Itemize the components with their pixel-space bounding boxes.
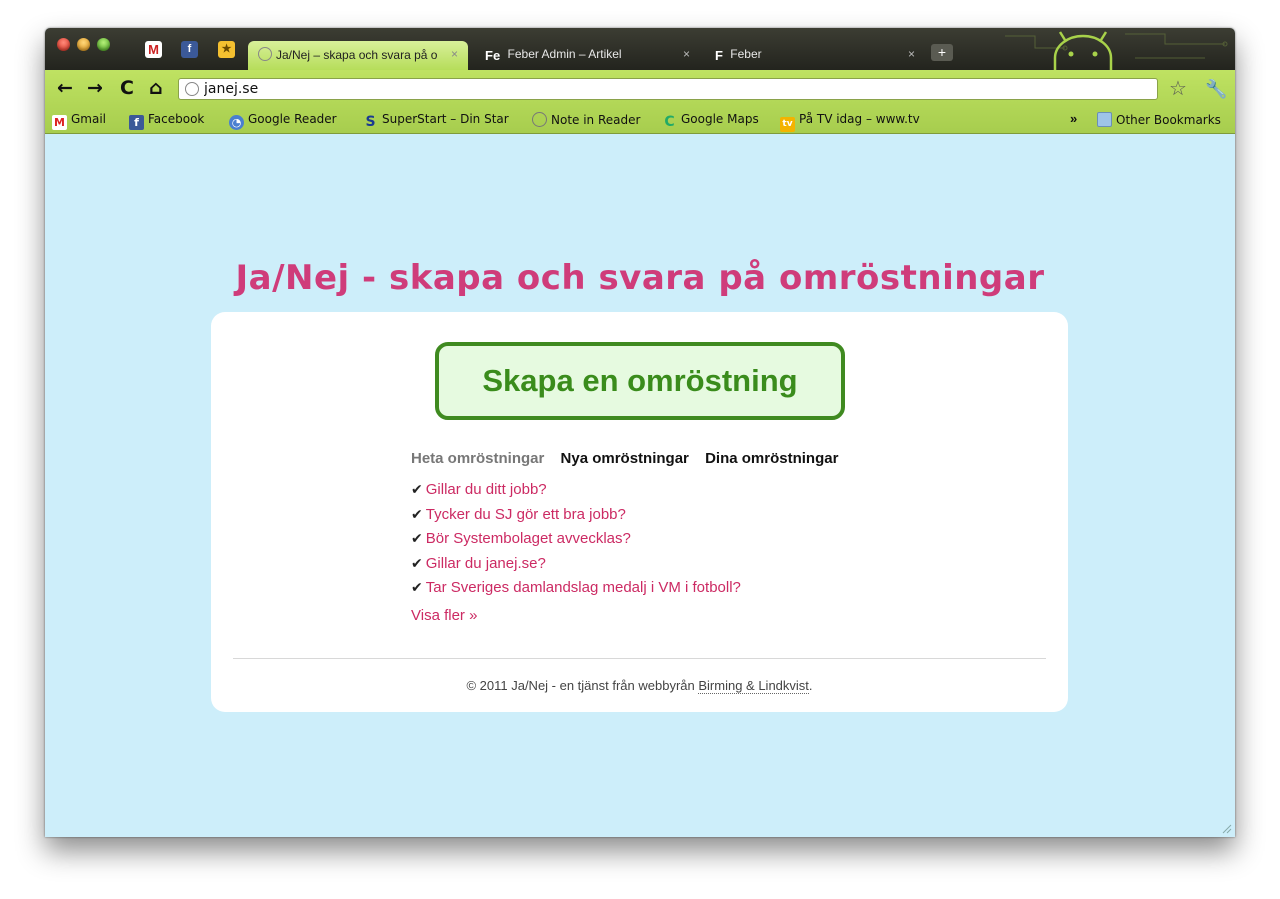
globe-icon	[532, 112, 547, 127]
feber-icon: F	[715, 48, 723, 63]
globe-icon	[258, 47, 272, 61]
bookmark-label: Other Bookmarks	[1116, 113, 1221, 127]
facebook-icon: f	[129, 115, 144, 130]
create-poll-button[interactable]: Skapa en omröstning	[435, 342, 845, 420]
pinned-tab-gmail[interactable]: M	[145, 41, 162, 58]
agency-link[interactable]: Birming & Lindkvist	[698, 678, 809, 694]
checkmark-icon: ✔	[411, 580, 423, 596]
home-icon[interactable]: ⌂	[149, 77, 163, 99]
list-item[interactable]: ✔ Bör Systembolaget avvecklas?	[411, 527, 741, 552]
tab-feber-admin[interactable]: Fe Feber Admin – Artikel ×	[475, 41, 700, 70]
facebook-icon: f	[187, 43, 192, 55]
list-item[interactable]: ✔ Gillar du janej.se?	[411, 552, 741, 577]
poll-tabs: Heta omröstningar Nya omröstningar Dina …	[411, 450, 850, 467]
bookmark-star-icon[interactable]: ☆	[1169, 78, 1187, 100]
poll-link[interactable]: Tycker du SJ gör ett bra jobb?	[426, 506, 626, 523]
tab-hot-polls[interactable]: Heta omröstningar	[411, 450, 544, 467]
tab-title: Feber	[730, 47, 762, 61]
tab-close-icon[interactable]: ×	[451, 47, 458, 61]
bookmark-label: På TV idag – www.tv	[799, 112, 920, 126]
main-card: Skapa en omröstning Heta omröstningar Ny…	[211, 312, 1068, 712]
zoom-window-button[interactable]	[97, 38, 110, 51]
poll-link[interactable]: Bör Systembolaget avvecklas?	[426, 530, 631, 547]
list-item[interactable]: ✔ Gillar du ditt jobb?	[411, 478, 741, 503]
tab-new-polls[interactable]: Nya omröstningar	[561, 450, 689, 467]
google-reader-icon: ◔	[229, 115, 244, 130]
resize-grip-icon[interactable]	[1220, 822, 1232, 834]
footer-divider	[233, 658, 1046, 659]
google-maps-icon: C	[664, 114, 675, 130]
tab-close-icon[interactable]: ×	[683, 47, 690, 61]
bookmark-facebook[interactable]: f Facebook	[129, 112, 204, 130]
tv-icon: tv	[780, 117, 795, 132]
folder-icon	[1097, 112, 1112, 127]
bookmark-superstart[interactable]: S SuperStart – Din Star	[363, 112, 513, 130]
gmail-icon: M	[148, 42, 159, 57]
star-app-icon: ★	[221, 43, 232, 55]
poll-list: ✔ Gillar du ditt jobb? ✔ Tycker du SJ gör …	[411, 478, 741, 601]
list-item[interactable]: ✔ Tar Sveriges damlandslag medalj i VM i …	[411, 576, 741, 601]
bookmarks-bar: M Gmail f Facebook ◔ Google Reader S SuperSt…	[45, 106, 1235, 134]
checkmark-icon: ✔	[411, 482, 423, 498]
other-bookmarks-folder[interactable]: Other Bookmarks	[1097, 112, 1221, 127]
bookmark-label: Google Reader	[248, 112, 337, 126]
footer: © 2011 Ja/Nej - en tjänst från webbyrån …	[211, 678, 1068, 694]
tab-title: Feber Admin – Artikel	[507, 47, 622, 61]
footer-text: © 2011 Ja/Nej - en tjänst från webbyrån	[466, 678, 699, 693]
android-theme-icon	[1005, 31, 1228, 70]
close-window-button[interactable]	[57, 38, 70, 51]
browser-window: M f ★ Ja/Nej – skapa och svara på o × Fe…	[45, 28, 1235, 837]
gmail-icon: M	[52, 115, 67, 130]
bookmark-google-reader[interactable]: ◔ Google Reader	[229, 112, 337, 130]
footer-suffix: .	[808, 678, 813, 693]
bookmark-note-in-reader[interactable]: Note in Reader	[532, 112, 640, 127]
poll-link[interactable]: Tar Sveriges damlandslag medalj i VM i f…	[426, 579, 741, 596]
tab-janej[interactable]: Ja/Nej – skapa och svara på o ×	[248, 41, 468, 70]
bookmark-gmail[interactable]: M Gmail	[52, 112, 106, 130]
pinned-tab-facebook[interactable]: f	[181, 41, 198, 58]
checkmark-icon: ✔	[411, 531, 423, 547]
tab-feber[interactable]: F Feber ×	[705, 41, 925, 70]
reload-icon[interactable]: C	[120, 77, 134, 99]
tab-title: Ja/Nej – skapa och svara på o	[276, 48, 438, 62]
forward-icon[interactable]: →	[87, 77, 103, 99]
bookmark-pa-tv-idag[interactable]: tv På TV idag – www.tv	[780, 112, 930, 132]
tab-strip: M f ★ Ja/Nej – skapa och svara på o × Fe…	[45, 28, 1235, 70]
superstart-icon: S	[365, 114, 376, 130]
list-item[interactable]: ✔ Tycker du SJ gör ett bra jobb?	[411, 503, 741, 528]
bookmark-label: Gmail	[71, 112, 107, 126]
feber-icon: Fe	[485, 48, 501, 63]
checkmark-icon: ✔	[411, 555, 423, 572]
back-icon[interactable]: ←	[57, 77, 73, 99]
bookmark-label: Note in Reader	[551, 113, 641, 127]
new-tab-button[interactable]: +	[931, 44, 953, 61]
address-bar[interactable]	[178, 78, 1158, 100]
pinned-tab-app[interactable]: ★	[218, 41, 235, 58]
tab-close-icon[interactable]: ×	[908, 47, 915, 61]
bookmark-google-maps[interactable]: C Google Maps	[662, 112, 759, 130]
globe-icon	[185, 82, 199, 96]
bookmark-label: Facebook	[148, 112, 205, 126]
poll-link[interactable]: Gillar du janej.se?	[426, 555, 546, 572]
minimize-window-button[interactable]	[77, 38, 90, 51]
page-title: Ja/Nej - skapa och svara på omröstningar	[235, 258, 1045, 298]
url-input[interactable]	[204, 80, 1104, 98]
tab-your-polls[interactable]: Dina omröstningar	[705, 450, 838, 467]
bookmark-label: Google Maps	[681, 112, 759, 126]
show-more-link[interactable]: Visa fler »	[411, 607, 477, 624]
checkmark-icon: ✔	[411, 506, 423, 523]
wrench-icon[interactable]: 🔧	[1205, 78, 1227, 100]
page-viewport: Ja/Nej - skapa och svara på omröstningar…	[45, 134, 1235, 837]
browser-toolbar: ← → C ⌂ ☆ 🔧	[45, 70, 1235, 106]
bookmark-label: SuperStart – Din Star	[382, 112, 509, 126]
poll-link[interactable]: Gillar du ditt jobb?	[426, 481, 547, 498]
bookmarks-overflow-chevron[interactable]: »	[1070, 111, 1077, 126]
